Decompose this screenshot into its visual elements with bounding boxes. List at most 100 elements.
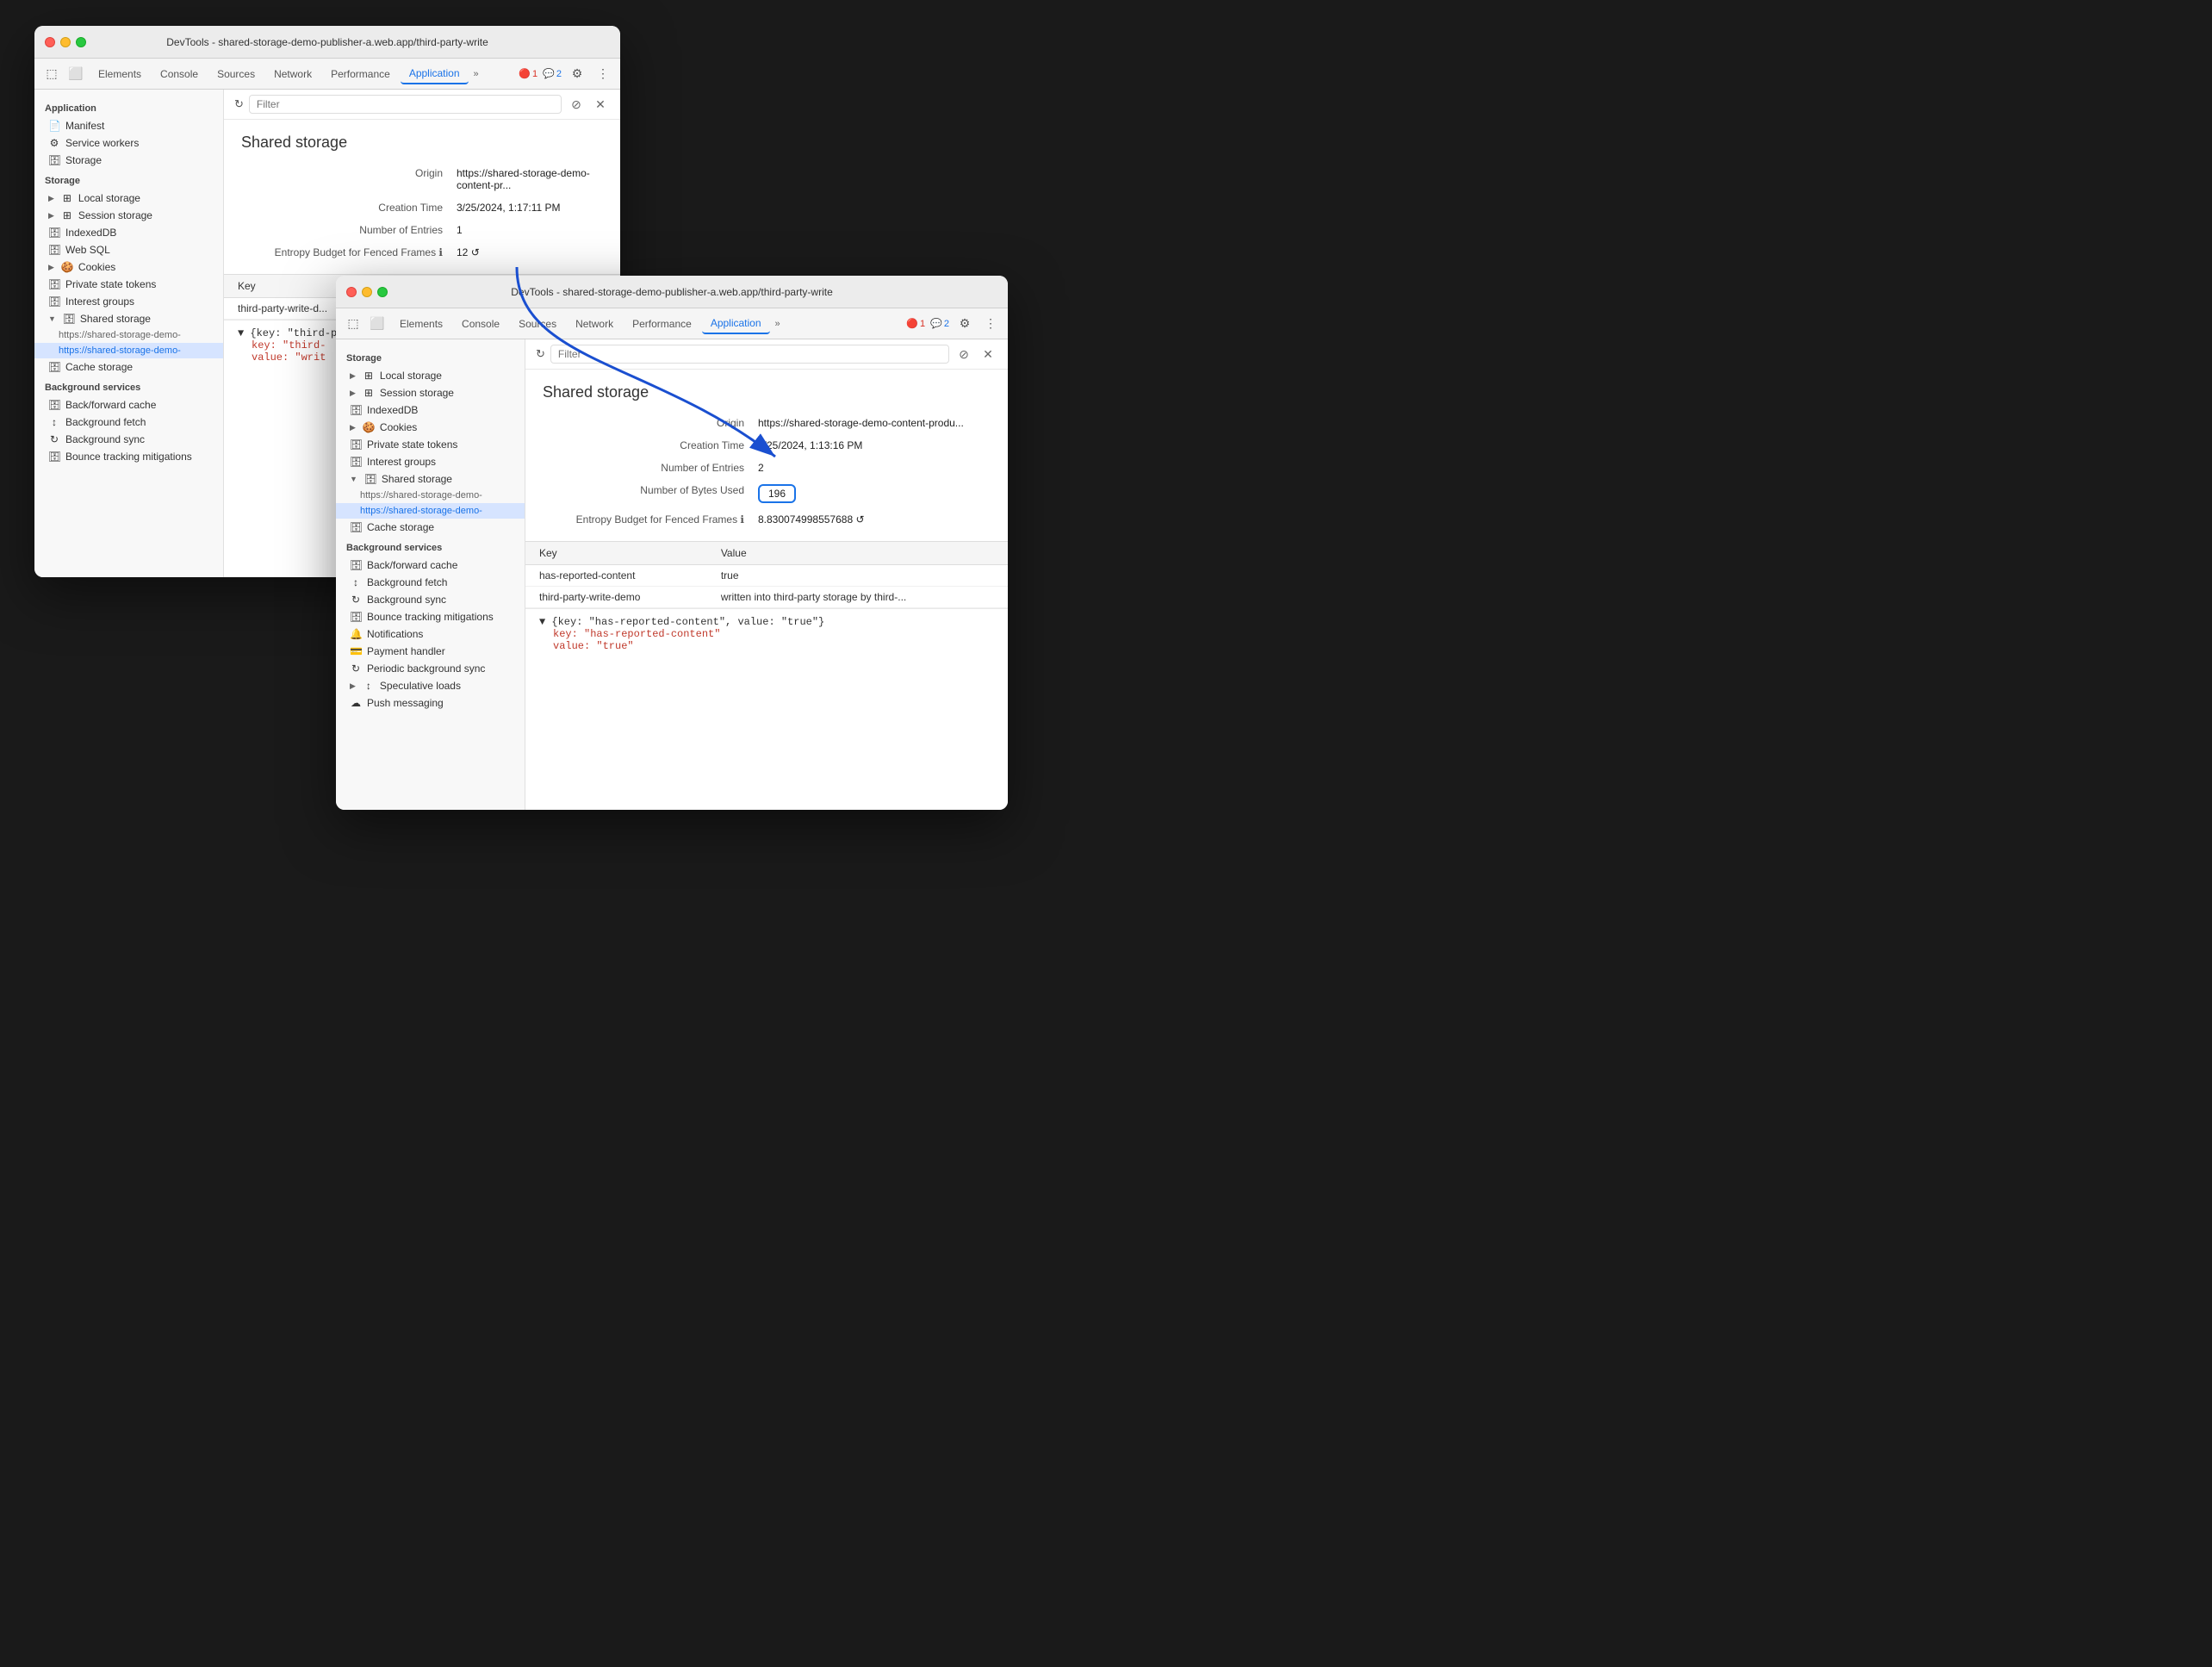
refresh-icon-1[interactable]: ↻ [234,97,244,111]
device-icon[interactable]: ⬜ [65,64,86,84]
bg-section-label-2: Background services [336,536,525,557]
maximize-button-1[interactable] [76,37,86,47]
sidebar-session-storage[interactable]: ▶ ⊞ Session storage [34,207,223,224]
tab-network-1[interactable]: Network [265,65,320,84]
tab-sources-1[interactable]: Sources [208,65,264,84]
message-badge-1: 💬 2 [543,68,562,79]
sidebar-shared-url-1[interactable]: https://shared-storage-demo- [34,327,223,343]
tab-network-2[interactable]: Network [567,314,622,333]
origin-label-2: Origin [543,417,758,429]
shared-storage-icon-2: 🗄 [364,473,376,485]
sidebar-indexeddb-2[interactable]: 🗄 IndexedDB [336,401,525,419]
table-row-2-1[interactable]: has-reported-content true [525,565,1008,587]
settings-icon-2[interactable]: ⚙ [954,314,975,334]
sidebar-local-storage[interactable]: ▶ ⊞ Local storage [34,190,223,207]
tab-sources-2[interactable]: Sources [510,314,565,333]
tab-performance-2[interactable]: Performance [624,314,700,333]
sidebar-cache-storage[interactable]: 🗄 Cache storage [34,358,223,376]
key-cell-2-2: third-party-write-demo [525,587,707,608]
refresh-icon-2[interactable]: ↻ [536,347,545,361]
filter-clear-btn-1[interactable]: ⊘ [567,95,586,114]
tab-application-1[interactable]: Application [401,64,469,84]
main-panel-2: ↻ ⊘ ✕ Shared storage Origin https://shar… [525,339,1008,810]
maximize-button-2[interactable] [377,287,388,297]
tab-console-1[interactable]: Console [152,65,207,84]
col-value-2: Value [707,542,1008,565]
panel-title-1: Shared storage [224,120,620,162]
filter-close-btn-1[interactable]: ✕ [591,95,610,114]
sidebar-bg-sync-2[interactable]: ↻ Background sync [336,591,525,608]
sidebar-speculative-loads-2[interactable]: ▶ ↕ Speculative loads [336,677,525,694]
origin-row-1: Origin https://shared-storage-demo-conte… [224,162,620,196]
origin-value-2: https://shared-storage-demo-content-prod… [758,417,991,429]
traffic-lights-1[interactable] [45,37,86,47]
close-button-2[interactable] [346,287,357,297]
sidebar-payment-handler-2[interactable]: 💳 Payment handler [336,643,525,660]
inspect-icon-2[interactable]: ⬚ [343,314,363,334]
sidebar-interest-groups[interactable]: 🗄 Interest groups [34,293,223,310]
sidebar-storage-top[interactable]: 🗄 Storage [34,152,223,169]
sidebar-private-state-2[interactable]: 🗄 Private state tokens [336,436,525,453]
minimize-button-1[interactable] [60,37,71,47]
sidebar-shared-url-2[interactable]: https://shared-storage-demo- [34,343,223,358]
tab-bar-1: Elements Console Sources Network Perform… [90,64,482,84]
sidebar-private-state[interactable]: 🗄 Private state tokens [34,276,223,293]
sidebar-notifications-2[interactable]: 🔔 Notifications [336,625,525,643]
minimize-button-2[interactable] [362,287,372,297]
sidebar-bg-fetch-2[interactable]: ↕ Background fetch [336,574,525,591]
filter-clear-btn-2[interactable]: ⊘ [954,345,973,364]
sidebar-service-workers[interactable]: ⚙ Service workers [34,134,223,152]
inspect-icon[interactable]: ⬚ [41,64,62,84]
devtools-window-2[interactable]: DevTools - shared-storage-demo-publisher… [336,276,1008,810]
filter-close-btn-2[interactable]: ✕ [979,345,997,364]
sidebar-shared-storage-2[interactable]: ▼ 🗄 Shared storage [336,470,525,488]
payment-handler-icon-2: 💳 [350,645,362,657]
sidebar-cache-storage-2[interactable]: 🗄 Cache storage [336,519,525,536]
more-icon-1[interactable]: ⋮ [593,64,613,84]
sidebar-periodic-bg-sync-2[interactable]: ↻ Periodic background sync [336,660,525,677]
entries-label-2: Number of Entries [543,462,758,474]
creation-time-row-1: Creation Time 3/25/2024, 1:17:11 PM [224,196,620,219]
sidebar-cookies-2[interactable]: ▶ 🍪 Cookies [336,419,525,436]
tab-console-2[interactable]: Console [453,314,508,333]
sidebar-bounce-tracking-2[interactable]: 🗄 Bounce tracking mitigations [336,608,525,625]
tab-performance-1[interactable]: Performance [322,65,399,84]
sidebar-manifest[interactable]: 📄 Manifest [34,117,223,134]
title-bar-2: DevTools - shared-storage-demo-publisher… [336,276,1008,308]
sidebar-bg-fetch[interactable]: ↕ Background fetch [34,414,223,431]
sidebar-back-forward[interactable]: 🗄 Back/forward cache [34,396,223,414]
sidebar-session-storage-2[interactable]: ▶ ⊞ Session storage [336,384,525,401]
app-section-label: Application [34,96,223,117]
tab-elements-2[interactable]: Elements [391,314,451,333]
tab-more-1[interactable]: » [470,67,482,81]
more-icon-2[interactable]: ⋮ [980,314,1001,334]
tab-more-2[interactable]: » [772,317,784,331]
interest-groups-icon: 🗄 [48,295,60,308]
bg-sync-icon-2: ↻ [350,594,362,606]
device-icon-2[interactable]: ⬜ [367,314,388,334]
filter-input-1[interactable] [249,95,562,114]
sidebar-back-forward-2[interactable]: 🗄 Back/forward cache [336,557,525,574]
tab-elements-1[interactable]: Elements [90,65,150,84]
sidebar-cookies[interactable]: ▶ 🍪 Cookies [34,258,223,276]
indexeddb-icon-2: 🗄 [350,404,362,416]
sidebar-interest-groups-2[interactable]: 🗄 Interest groups [336,453,525,470]
tab-application-2[interactable]: Application [702,314,770,334]
sidebar-websql[interactable]: 🗄 Web SQL [34,241,223,258]
sidebar-shared-url-2-1[interactable]: https://shared-storage-demo- [336,488,525,503]
sidebar-shared-storage[interactable]: ▼ 🗄 Shared storage [34,310,223,327]
creation-time-value-1: 3/25/2024, 1:17:11 PM [457,202,603,214]
bounce-tracking-icon-2: 🗄 [350,611,362,623]
traffic-lights-2[interactable] [346,287,388,297]
close-button-1[interactable] [45,37,55,47]
sidebar-push-messaging-2[interactable]: ☁ Push messaging [336,694,525,712]
sidebar-local-storage-2[interactable]: ▶ ⊞ Local storage [336,367,525,384]
sidebar-bounce-tracking[interactable]: 🗄 Bounce tracking mitigations [34,448,223,465]
sidebar-bg-sync[interactable]: ↻ Background sync [34,431,223,448]
bg-fetch-icon-2: ↕ [350,576,362,588]
table-row-2-2[interactable]: third-party-write-demo written into thir… [525,587,1008,608]
sidebar-shared-url-2-2[interactable]: https://shared-storage-demo- [336,503,525,519]
sidebar-indexeddb[interactable]: 🗄 IndexedDB [34,224,223,241]
filter-input-2[interactable] [550,345,949,364]
settings-icon-1[interactable]: ⚙ [567,64,587,84]
